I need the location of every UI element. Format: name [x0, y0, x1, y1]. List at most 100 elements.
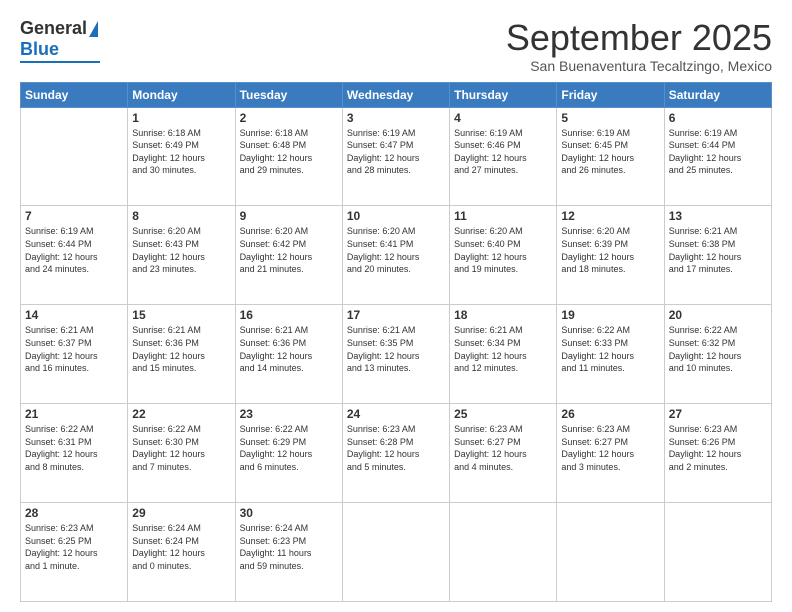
- day-number: 1: [132, 111, 230, 125]
- day-number: 12: [561, 209, 659, 223]
- weekday-header-monday: Monday: [128, 82, 235, 107]
- day-info: Sunrise: 6:20 AM Sunset: 6:42 PM Dayligh…: [240, 225, 338, 275]
- calendar-cell: 6 Sunrise: 6:19 AM Sunset: 6:44 PM Daylig…: [664, 107, 771, 206]
- day-info: Sunrise: 6:20 AM Sunset: 6:39 PM Dayligh…: [561, 225, 659, 275]
- day-number: 6: [669, 111, 767, 125]
- weekday-header-row: SundayMondayTuesdayWednesdayThursdayFrid…: [21, 82, 772, 107]
- calendar-week-row: 21 Sunrise: 6:22 AM Sunset: 6:31 PM Dayli…: [21, 404, 772, 503]
- title-block: September 2025 San Buenaventura Tecaltzi…: [506, 18, 772, 74]
- calendar-week-row: 1 Sunrise: 6:18 AM Sunset: 6:49 PM Daylig…: [21, 107, 772, 206]
- day-number: 25: [454, 407, 552, 421]
- day-number: 30: [240, 506, 338, 520]
- day-number: 20: [669, 308, 767, 322]
- calendar-cell: 15Sunrise: 6:21 AM Sunset: 6:36 PM Dayli…: [128, 305, 235, 404]
- calendar-cell: 22 Sunrise: 6:22 AM Sunset: 6:30 PM Dayli…: [128, 404, 235, 503]
- weekday-header-saturday: Saturday: [664, 82, 771, 107]
- calendar-cell: [342, 503, 449, 602]
- day-info: Sunrise: 6:21 AM Sunset: 6:34 PM Dayligh…: [454, 324, 552, 374]
- calendar-cell: 28 Sunrise: 6:23 AM Sunset: 6:25 PM Dayli…: [21, 503, 128, 602]
- day-number: 27: [669, 407, 767, 421]
- weekday-header-wednesday: Wednesday: [342, 82, 449, 107]
- day-info: Sunrise: 6:19 AM Sunset: 6:44 PM Dayligh…: [25, 225, 123, 275]
- calendar-cell: 1 Sunrise: 6:18 AM Sunset: 6:49 PM Daylig…: [128, 107, 235, 206]
- day-number: 11: [454, 209, 552, 223]
- logo-underline: [20, 61, 100, 63]
- day-info: Sunrise: 6:21 AM Sunset: 6:36 PM Dayligh…: [132, 324, 230, 374]
- month-title: September 2025: [506, 18, 772, 58]
- day-number: 26: [561, 407, 659, 421]
- day-info: Sunrise: 6:19 AM Sunset: 6:47 PM Dayligh…: [347, 127, 445, 177]
- day-info: Sunrise: 6:23 AM Sunset: 6:26 PM Dayligh…: [669, 423, 767, 473]
- day-info: Sunrise: 6:19 AM Sunset: 6:45 PM Dayligh…: [561, 127, 659, 177]
- day-number: 8: [132, 209, 230, 223]
- calendar-cell: 23 Sunrise: 6:22 AM Sunset: 6:29 PM Dayli…: [235, 404, 342, 503]
- day-info: Sunrise: 6:22 AM Sunset: 6:33 PM Dayligh…: [561, 324, 659, 374]
- day-number: 23: [240, 407, 338, 421]
- calendar-cell: 11 Sunrise: 6:20 AM Sunset: 6:40 PM Dayli…: [450, 206, 557, 305]
- calendar-cell: 5 Sunrise: 6:19 AM Sunset: 6:45 PM Daylig…: [557, 107, 664, 206]
- day-info: Sunrise: 6:22 AM Sunset: 6:29 PM Dayligh…: [240, 423, 338, 473]
- day-number: 2: [240, 111, 338, 125]
- calendar-cell: 27 Sunrise: 6:23 AM Sunset: 6:26 PM Dayli…: [664, 404, 771, 503]
- calendar-cell: 7Sunrise: 6:19 AM Sunset: 6:44 PM Daylig…: [21, 206, 128, 305]
- day-info: Sunrise: 6:21 AM Sunset: 6:36 PM Dayligh…: [240, 324, 338, 374]
- weekday-header-thursday: Thursday: [450, 82, 557, 107]
- day-info: Sunrise: 6:18 AM Sunset: 6:49 PM Dayligh…: [132, 127, 230, 177]
- calendar-cell: [557, 503, 664, 602]
- day-info: Sunrise: 6:21 AM Sunset: 6:38 PM Dayligh…: [669, 225, 767, 275]
- day-info: Sunrise: 6:19 AM Sunset: 6:46 PM Dayligh…: [454, 127, 552, 177]
- logo: General Blue: [20, 18, 100, 63]
- calendar-cell: 3 Sunrise: 6:19 AM Sunset: 6:47 PM Daylig…: [342, 107, 449, 206]
- day-number: 18: [454, 308, 552, 322]
- day-number: 14: [25, 308, 123, 322]
- day-number: 5: [561, 111, 659, 125]
- calendar-cell: [450, 503, 557, 602]
- calendar-cell: 9 Sunrise: 6:20 AM Sunset: 6:42 PM Daylig…: [235, 206, 342, 305]
- day-number: 10: [347, 209, 445, 223]
- calendar-week-row: 28 Sunrise: 6:23 AM Sunset: 6:25 PM Dayli…: [21, 503, 772, 602]
- calendar-cell: 20 Sunrise: 6:22 AM Sunset: 6:32 PM Dayli…: [664, 305, 771, 404]
- day-info: Sunrise: 6:22 AM Sunset: 6:32 PM Dayligh…: [669, 324, 767, 374]
- calendar-cell: [21, 107, 128, 206]
- calendar-week-row: 14Sunrise: 6:21 AM Sunset: 6:37 PM Dayli…: [21, 305, 772, 404]
- calendar-cell: 26Sunrise: 6:23 AM Sunset: 6:27 PM Dayli…: [557, 404, 664, 503]
- day-number: 17: [347, 308, 445, 322]
- header: General Blue September 2025 San Buenaven…: [20, 18, 772, 74]
- calendar-cell: 8Sunrise: 6:20 AM Sunset: 6:43 PM Daylig…: [128, 206, 235, 305]
- calendar-cell: 21 Sunrise: 6:22 AM Sunset: 6:31 PM Dayli…: [21, 404, 128, 503]
- day-number: 29: [132, 506, 230, 520]
- day-number: 21: [25, 407, 123, 421]
- calendar-cell: 17 Sunrise: 6:21 AM Sunset: 6:35 PM Dayli…: [342, 305, 449, 404]
- calendar-cell: 13Sunrise: 6:21 AM Sunset: 6:38 PM Dayli…: [664, 206, 771, 305]
- day-number: 19: [561, 308, 659, 322]
- day-info: Sunrise: 6:24 AM Sunset: 6:23 PM Dayligh…: [240, 522, 338, 572]
- calendar-cell: 14Sunrise: 6:21 AM Sunset: 6:37 PM Dayli…: [21, 305, 128, 404]
- day-info: Sunrise: 6:19 AM Sunset: 6:44 PM Dayligh…: [669, 127, 767, 177]
- calendar-cell: 30 Sunrise: 6:24 AM Sunset: 6:23 PM Dayli…: [235, 503, 342, 602]
- day-number: 3: [347, 111, 445, 125]
- calendar-cell: 19 Sunrise: 6:22 AM Sunset: 6:33 PM Dayli…: [557, 305, 664, 404]
- day-info: Sunrise: 6:18 AM Sunset: 6:48 PM Dayligh…: [240, 127, 338, 177]
- day-info: Sunrise: 6:21 AM Sunset: 6:35 PM Dayligh…: [347, 324, 445, 374]
- calendar-cell: 16 Sunrise: 6:21 AM Sunset: 6:36 PM Dayli…: [235, 305, 342, 404]
- weekday-header-friday: Friday: [557, 82, 664, 107]
- day-info: Sunrise: 6:20 AM Sunset: 6:40 PM Dayligh…: [454, 225, 552, 275]
- calendar-cell: 18 Sunrise: 6:21 AM Sunset: 6:34 PM Dayli…: [450, 305, 557, 404]
- day-info: Sunrise: 6:22 AM Sunset: 6:31 PM Dayligh…: [25, 423, 123, 473]
- day-info: Sunrise: 6:24 AM Sunset: 6:24 PM Dayligh…: [132, 522, 230, 572]
- day-number: 28: [25, 506, 123, 520]
- day-number: 16: [240, 308, 338, 322]
- calendar-cell: 24Sunrise: 6:23 AM Sunset: 6:28 PM Dayli…: [342, 404, 449, 503]
- calendar-week-row: 7Sunrise: 6:19 AM Sunset: 6:44 PM Daylig…: [21, 206, 772, 305]
- calendar-cell: 10Sunrise: 6:20 AM Sunset: 6:41 PM Dayli…: [342, 206, 449, 305]
- day-number: 9: [240, 209, 338, 223]
- day-number: 22: [132, 407, 230, 421]
- day-info: Sunrise: 6:22 AM Sunset: 6:30 PM Dayligh…: [132, 423, 230, 473]
- day-info: Sunrise: 6:23 AM Sunset: 6:27 PM Dayligh…: [454, 423, 552, 473]
- page: General Blue September 2025 San Buenaven…: [0, 0, 792, 612]
- day-number: 24: [347, 407, 445, 421]
- calendar-cell: 4Sunrise: 6:19 AM Sunset: 6:46 PM Daylig…: [450, 107, 557, 206]
- location-subtitle: San Buenaventura Tecaltzingo, Mexico: [506, 58, 772, 74]
- day-info: Sunrise: 6:23 AM Sunset: 6:25 PM Dayligh…: [25, 522, 123, 572]
- logo-general-text: General: [20, 18, 87, 39]
